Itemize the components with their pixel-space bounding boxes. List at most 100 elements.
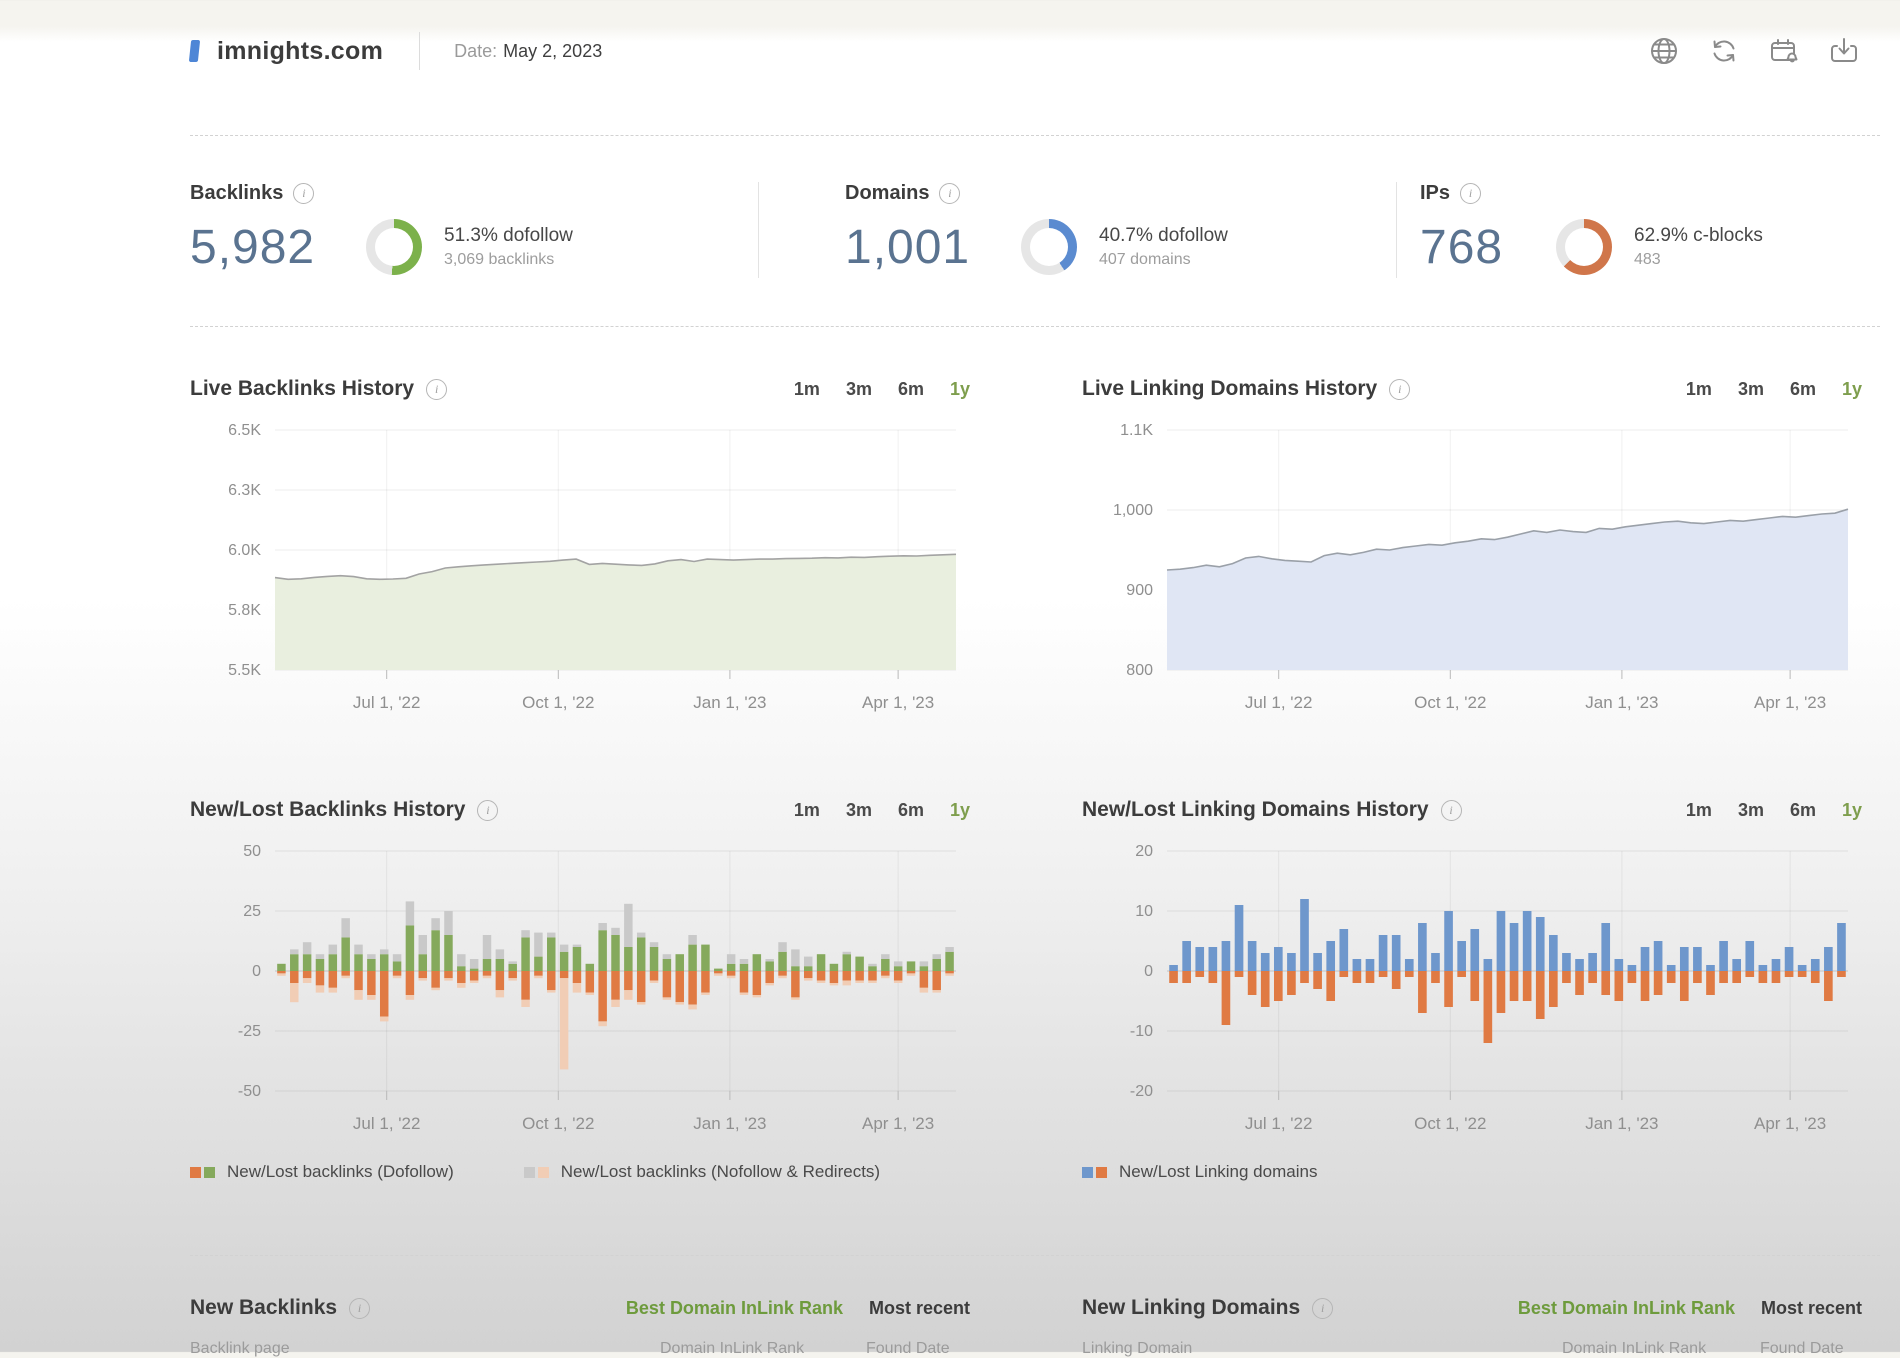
svg-text:0: 0 bbox=[1144, 963, 1153, 980]
blue-swatch-icon bbox=[1082, 1167, 1093, 1178]
download-icon[interactable] bbox=[1828, 35, 1860, 67]
range-1m[interactable]: 1m bbox=[794, 379, 820, 400]
range-3m[interactable]: 3m bbox=[1738, 800, 1764, 821]
sort-best-inlink-rank[interactable]: Best Domain InLink Rank bbox=[1518, 1298, 1735, 1319]
legend-dofollow: New/Lost backlinks (Dofollow) bbox=[190, 1162, 454, 1182]
separator bbox=[190, 326, 1880, 327]
svg-text:1,000: 1,000 bbox=[1113, 502, 1153, 519]
page-header: imnights.com Date:May 2, 2023 bbox=[190, 28, 1860, 74]
col-backlink-page[interactable]: Backlink page bbox=[190, 1340, 290, 1358]
range-6m[interactable]: 6m bbox=[1790, 800, 1816, 821]
range-6m[interactable]: 6m bbox=[898, 800, 924, 821]
pale-swatch-icon bbox=[538, 1167, 549, 1178]
ips-donut-chart bbox=[1556, 219, 1612, 275]
svg-text:Oct 1, '22: Oct 1, '22 bbox=[522, 693, 594, 712]
range-1y[interactable]: 1y bbox=[950, 379, 970, 400]
stat-backlinks-percent: 51.3% dofollow bbox=[444, 225, 573, 247]
domains-donut-chart bbox=[1021, 219, 1077, 275]
time-range-selector: 1m 3m 6m 1y bbox=[1686, 379, 1862, 400]
svg-text:1.1K: 1.1K bbox=[1120, 422, 1153, 439]
info-icon[interactable]: i bbox=[939, 183, 960, 204]
svg-text:6.3K: 6.3K bbox=[228, 482, 261, 499]
svg-text:Jul 1, '22: Jul 1, '22 bbox=[353, 1114, 421, 1133]
svg-text:Jan 1, '23: Jan 1, '23 bbox=[1585, 1114, 1658, 1133]
svg-text:25: 25 bbox=[243, 903, 261, 920]
info-icon[interactable]: i bbox=[349, 1298, 370, 1319]
new-lost-linking-domains-history-title: New/Lost Linking Domains History bbox=[1082, 798, 1429, 822]
new-lost-backlinks-chart: 50250-25-50Jul 1, '22Oct 1, '22Jan 1, '2… bbox=[190, 837, 970, 1147]
live-backlinks-history-panel: Live Backlinks History i 1m 3m 6m 1y 6.5… bbox=[190, 372, 970, 726]
site-title: imnights.com bbox=[217, 37, 383, 66]
sort-most-recent[interactable]: Most recent bbox=[1761, 1298, 1862, 1319]
new-backlinks-section: New Backlinks i Best Domain InLink Rank … bbox=[190, 1296, 970, 1320]
stat-backlinks-sub: 3,069 backlinks bbox=[444, 251, 573, 269]
info-icon[interactable]: i bbox=[293, 183, 314, 204]
green-swatch-icon bbox=[204, 1167, 215, 1178]
info-icon[interactable]: i bbox=[1389, 379, 1410, 400]
svg-text:-50: -50 bbox=[238, 1083, 261, 1100]
svg-text:-20: -20 bbox=[1130, 1083, 1153, 1100]
domains-legend: New/Lost Linking domains bbox=[1082, 1162, 1317, 1182]
svg-text:Jan 1, '23: Jan 1, '23 bbox=[693, 693, 766, 712]
range-1m[interactable]: 1m bbox=[1686, 800, 1712, 821]
svg-text:Oct 1, '22: Oct 1, '22 bbox=[1414, 1114, 1486, 1133]
svg-text:-25: -25 bbox=[238, 1023, 261, 1040]
gray-swatch-icon bbox=[524, 1167, 535, 1178]
new-linking-domains-section: New Linking Domains i Best Domain InLink… bbox=[1082, 1296, 1862, 1320]
range-1m[interactable]: 1m bbox=[794, 800, 820, 821]
range-3m[interactable]: 3m bbox=[846, 379, 872, 400]
svg-text:900: 900 bbox=[1126, 582, 1153, 599]
sort-best-inlink-rank[interactable]: Best Domain InLink Rank bbox=[626, 1298, 843, 1319]
svg-text:Jan 1, '23: Jan 1, '23 bbox=[693, 1114, 766, 1133]
col-domain-inlink-rank[interactable]: Domain InLink Rank bbox=[1562, 1340, 1706, 1358]
range-3m[interactable]: 3m bbox=[1738, 379, 1764, 400]
stat-ips-percent: 62.9% c-blocks bbox=[1634, 225, 1763, 247]
range-6m[interactable]: 6m bbox=[898, 379, 924, 400]
orange-swatch-icon bbox=[190, 1167, 201, 1178]
col-found-date[interactable]: Found Date bbox=[866, 1340, 950, 1358]
calendar-alert-icon[interactable] bbox=[1768, 35, 1800, 67]
live-linking-domains-history-title: Live Linking Domains History bbox=[1082, 377, 1377, 401]
stat-domains: Domains i 1,001 40.7% dofollow 407 domai… bbox=[845, 182, 1228, 275]
globe-icon[interactable] bbox=[1648, 35, 1680, 67]
new-lost-backlinks-history-panel: New/Lost Backlinks History i 1m 3m 6m 1y… bbox=[190, 793, 970, 1147]
range-1y[interactable]: 1y bbox=[1842, 800, 1862, 821]
time-range-selector: 1m 3m 6m 1y bbox=[794, 800, 970, 821]
range-1y[interactable]: 1y bbox=[950, 800, 970, 821]
info-icon[interactable]: i bbox=[1460, 183, 1481, 204]
report-date: Date:May 2, 2023 bbox=[454, 41, 602, 62]
stat-divider bbox=[1396, 182, 1397, 278]
new-backlinks-title: New Backlinks bbox=[190, 1296, 337, 1320]
svg-text:-10: -10 bbox=[1130, 1023, 1153, 1040]
range-3m[interactable]: 3m bbox=[846, 800, 872, 821]
svg-text:Jul 1, '22: Jul 1, '22 bbox=[1245, 693, 1313, 712]
stat-domains-value: 1,001 bbox=[845, 220, 1015, 275]
live-backlinks-chart: 6.5K6.3K6.0K5.8K5.5KJul 1, '22Oct 1, '22… bbox=[190, 416, 970, 726]
svg-text:Apr 1, '23: Apr 1, '23 bbox=[1754, 693, 1826, 712]
separator bbox=[190, 135, 1880, 136]
svg-text:6.0K: 6.0K bbox=[228, 542, 261, 559]
svg-text:10: 10 bbox=[1135, 903, 1153, 920]
col-domain-inlink-rank[interactable]: Domain InLink Rank bbox=[660, 1340, 804, 1358]
range-1y[interactable]: 1y bbox=[1842, 379, 1862, 400]
info-icon[interactable]: i bbox=[1441, 800, 1462, 821]
range-1m[interactable]: 1m bbox=[1686, 379, 1712, 400]
range-6m[interactable]: 6m bbox=[1790, 379, 1816, 400]
orange-swatch-icon bbox=[1096, 1167, 1107, 1178]
col-linking-domain[interactable]: Linking Domain bbox=[1082, 1340, 1192, 1358]
info-icon[interactable]: i bbox=[1312, 1298, 1333, 1319]
backlinks-donut-chart bbox=[366, 219, 422, 275]
sort-most-recent[interactable]: Most recent bbox=[869, 1298, 970, 1319]
time-range-selector: 1m 3m 6m 1y bbox=[794, 379, 970, 400]
refresh-icon[interactable] bbox=[1708, 35, 1740, 67]
svg-text:Apr 1, '23: Apr 1, '23 bbox=[862, 1114, 934, 1133]
svg-text:Oct 1, '22: Oct 1, '22 bbox=[1414, 693, 1486, 712]
info-icon[interactable]: i bbox=[426, 379, 447, 400]
site-favicon-icon bbox=[189, 40, 200, 62]
stat-domains-label: Domains bbox=[845, 182, 929, 205]
col-found-date[interactable]: Found Date bbox=[1760, 1340, 1844, 1358]
header-divider bbox=[419, 32, 420, 70]
info-icon[interactable]: i bbox=[477, 800, 498, 821]
stat-domains-sub: 407 domains bbox=[1099, 251, 1228, 269]
stat-ips-value: 768 bbox=[1420, 220, 1550, 275]
